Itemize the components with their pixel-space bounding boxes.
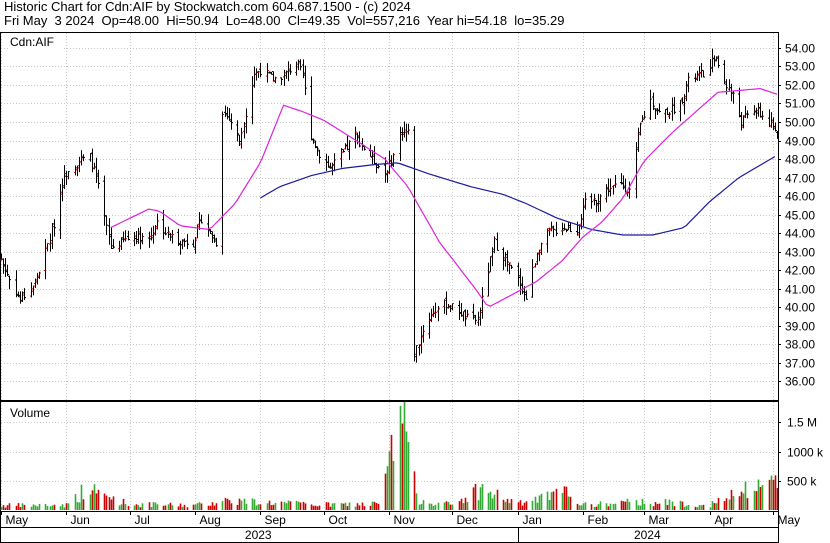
price-tick-label: 42.00 (785, 264, 815, 278)
month-label: Dec (457, 513, 478, 527)
price-tick-label: 44.00 (785, 227, 815, 241)
stock-chart: 36.00 37.00 38.00 39.00 40.00 41.00 42.00 43.00… (0, 32, 824, 543)
price-tick-label: 45.00 (785, 209, 815, 223)
price-tick-label: 41.00 (785, 283, 815, 297)
month-label: Jan (523, 513, 542, 527)
volume-tick-label: 500 k (787, 475, 817, 489)
price-tick-label: 54.00 (785, 42, 815, 56)
price-tick-label: 38.00 (785, 338, 815, 352)
year-axis-frame (0, 527, 779, 543)
year-label: 2024 (634, 528, 661, 542)
month-label: Aug (200, 513, 221, 527)
month-label: Apr (715, 513, 734, 527)
month-label: Jul (135, 513, 150, 527)
month-label: Feb (588, 513, 609, 527)
volume-tick-label: 1.5 M (787, 416, 817, 430)
month-label: May (778, 513, 801, 527)
year-label: 2023 (245, 528, 272, 542)
volume-panel-label: Volume (10, 406, 50, 420)
price-tick-label: 46.00 (785, 190, 815, 204)
month-label: Mar (649, 513, 670, 527)
price-tick-label: 37.00 (785, 357, 815, 371)
price-tick-label: 43.00 (785, 246, 815, 260)
volume-tick-label: 1000 k (787, 446, 824, 460)
month-label: Oct (329, 513, 348, 527)
price-panel-label: Cdn:AIF (10, 35, 54, 49)
price-tick-label: 39.00 (785, 320, 815, 334)
month-label: Sep (265, 513, 287, 527)
price-tick-label: 48.00 (785, 153, 815, 167)
price-tick-label: 36.00 (785, 375, 815, 389)
month-label: May (6, 513, 29, 527)
month-label: Jun (71, 513, 90, 527)
month-label: Nov (394, 513, 415, 527)
price-tick-label: 49.00 (785, 135, 815, 149)
volume-axis: 500 k 1000 k 1.5 M (778, 416, 824, 489)
price-tick-label: 53.00 (785, 60, 815, 74)
price-tick-label: 47.00 (785, 172, 815, 186)
price-tick-label: 40.00 (785, 301, 815, 315)
price-tick-label: 52.00 (785, 79, 815, 93)
price-tick-label: 51.00 (785, 97, 815, 111)
price-axis: 36.00 37.00 38.00 39.00 40.00 41.00 42.00 43.00… (778, 42, 815, 389)
price-tick-label: 50.00 (785, 116, 815, 130)
